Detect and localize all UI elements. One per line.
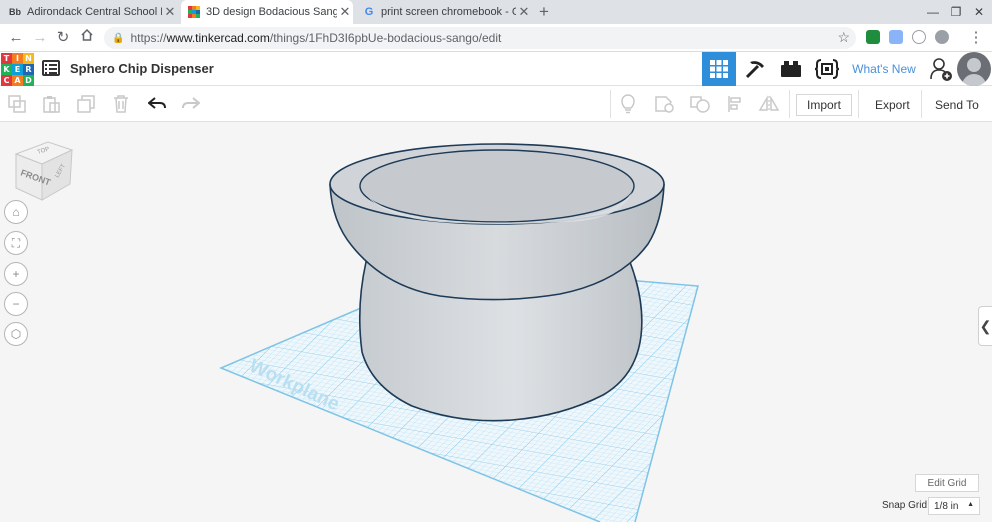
3d-view-button[interactable] <box>702 52 736 86</box>
tinkercad-header: T I N K E R C A D Sphero Chip Dispenser <box>0 52 992 86</box>
logo-letter: N <box>23 53 34 64</box>
export-button[interactable]: Export <box>864 94 921 116</box>
brick-icon <box>781 61 801 77</box>
lock-icon: 🔒 <box>112 32 125 44</box>
url-text: https://www.tinkercad.com/things/1FhD3I6… <box>130 31 502 45</box>
logo-letter: T <box>1 53 12 64</box>
logo-letter: A <box>12 75 23 86</box>
grid-icon <box>710 60 728 78</box>
codeblocks-button[interactable] <box>810 52 844 86</box>
restore-icon[interactable]: ❐ <box>945 0 967 24</box>
align-icon[interactable] <box>718 86 752 122</box>
logo-letter: K <box>1 64 12 75</box>
3d-workspace[interactable]: Workplane TOP FRONT LEFT ⌂ ⛶ + − ⬡ ❮ Edi… <box>0 122 992 522</box>
close-tab-icon[interactable]: ✕ <box>516 4 532 20</box>
logo-letter: I <box>12 53 23 64</box>
logo-letter: D <box>23 75 34 86</box>
bookmark-star-icon[interactable]: ☆ <box>837 29 850 46</box>
group-icon[interactable] <box>647 86 681 122</box>
send-to-button[interactable]: Send To <box>924 94 990 116</box>
shapes-panel-toggle[interactable]: ❮ <box>978 306 992 346</box>
snap-grid-select[interactable]: 1/8 in ▲ <box>928 497 980 515</box>
browser-tab-title: print screen chromebook - Googl <box>381 6 516 18</box>
snap-grid-value: 1/8 in <box>934 500 959 512</box>
extension-icon[interactable] <box>889 30 903 44</box>
extension-icon[interactable] <box>866 30 880 44</box>
fit-view-icon[interactable]: ⛶ <box>4 231 28 255</box>
edit-grid-button[interactable]: Edit Grid <box>915 474 979 492</box>
reload-icon[interactable]: ↻ <box>53 28 73 48</box>
zoom-out-icon[interactable]: − <box>4 292 28 316</box>
mirror-icon[interactable] <box>752 86 786 122</box>
tinkercad-logo[interactable]: T I N K E R C A D <box>1 53 34 86</box>
back-arrow-icon[interactable]: ← <box>6 28 26 48</box>
chrome-menu-icon[interactable]: ⋮ <box>966 28 986 48</box>
browser-tab-tinkercad[interactable]: 3D design Bodacious Sango | Tin ✕ <box>181 0 353 24</box>
workplane-scene[interactable]: Workplane <box>0 122 992 522</box>
blocks-pickaxe-button[interactable] <box>738 52 772 86</box>
close-tab-icon[interactable]: ✕ <box>337 4 353 20</box>
extension-icon[interactable] <box>912 30 926 44</box>
perspective-icon[interactable]: ⬡ <box>4 322 28 346</box>
divider <box>858 90 859 118</box>
copy-icon[interactable] <box>0 86 34 122</box>
browser-tab-blackboard[interactable]: Bb Adirondack Central School Distr ✕ <box>8 0 178 24</box>
logo-letter: E <box>12 64 23 75</box>
import-button[interactable]: Import <box>796 94 853 116</box>
caret-up-icon: ▲ <box>967 501 974 508</box>
logo-letter: C <box>1 75 12 86</box>
new-tab-button[interactable]: + <box>535 2 553 22</box>
browser-tab-strip: Bb Adirondack Central School Distr ✕ 3D … <box>0 0 992 24</box>
home-icon[interactable] <box>77 28 97 48</box>
browser-tab-title: Adirondack Central School Distr <box>27 6 162 18</box>
minimize-icon[interactable]: — <box>922 0 944 24</box>
ungroup-icon[interactable] <box>683 86 717 122</box>
add-user-icon <box>930 58 952 81</box>
whats-new-link[interactable]: What's New <box>846 52 922 86</box>
home-view-icon[interactable]: ⌂ <box>4 200 28 224</box>
redo-icon[interactable] <box>174 86 208 122</box>
undo-icon[interactable] <box>140 86 174 122</box>
view-cube[interactable]: TOP FRONT LEFT <box>14 138 74 204</box>
extension-icon[interactable] <box>935 30 949 44</box>
close-window-icon[interactable]: ✕ <box>968 0 990 24</box>
divider <box>921 90 922 118</box>
close-tab-icon[interactable]: ✕ <box>162 4 178 20</box>
edit-toolbar: Import Export Send To <box>0 86 992 122</box>
bricks-button[interactable] <box>774 52 808 86</box>
user-avatar[interactable] <box>957 52 991 86</box>
design-title[interactable]: Sphero Chip Dispenser <box>70 61 214 76</box>
paste-icon[interactable] <box>34 86 68 122</box>
google-favicon: G <box>364 6 374 18</box>
blackboard-favicon: Bb <box>9 7 21 17</box>
browser-tab-title: 3D design Bodacious Sango | Tin <box>206 6 337 18</box>
add-user-button[interactable] <box>924 52 958 86</box>
snap-grid-label: Snap Grid <box>882 500 928 511</box>
design-list-icon[interactable] <box>42 60 60 76</box>
duplicate-icon[interactable] <box>69 86 103 122</box>
browser-toolbar: ← → ↻ 🔒 https://www.tinkercad.com/things… <box>0 24 992 52</box>
address-bar[interactable]: 🔒 https://www.tinkercad.com/things/1FhD3… <box>104 27 856 49</box>
browser-tab-google[interactable]: G print screen chromebook - Googl ✕ <box>362 0 532 24</box>
zoom-in-icon[interactable]: + <box>4 262 28 286</box>
logo-letter: R <box>23 64 34 75</box>
divider <box>789 90 790 118</box>
tinkercad-favicon <box>187 5 201 19</box>
forward-arrow-icon[interactable]: → <box>30 28 50 48</box>
lightbulb-icon[interactable] <box>611 86 645 122</box>
pickaxe-icon <box>745 61 764 79</box>
code-braces-icon <box>814 59 840 79</box>
trash-icon[interactable] <box>104 86 138 122</box>
